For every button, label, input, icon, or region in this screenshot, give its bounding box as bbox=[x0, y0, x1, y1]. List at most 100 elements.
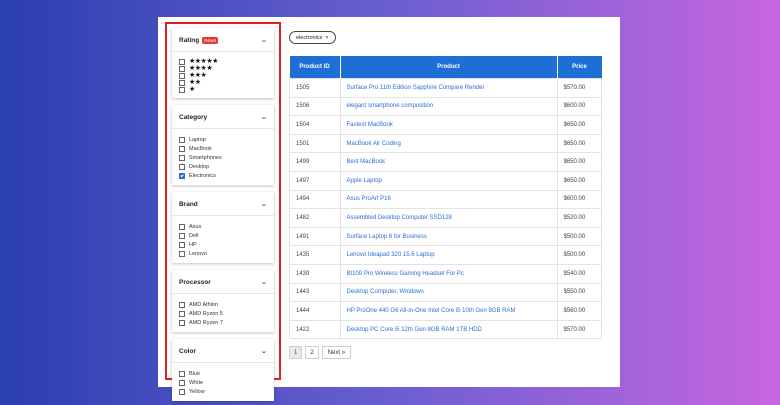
rating-stars: ★★ bbox=[189, 79, 201, 86]
checkbox[interactable] bbox=[179, 232, 185, 239]
rating-stars: ★★★ bbox=[189, 72, 207, 79]
checkbox[interactable] bbox=[179, 172, 185, 179]
filter-option[interactable]: Electronics bbox=[179, 171, 267, 180]
cell-product-link[interactable]: MacBook Air Coding bbox=[339, 133, 558, 154]
checkbox[interactable] bbox=[179, 250, 185, 257]
checkbox[interactable] bbox=[179, 301, 185, 308]
checkbox[interactable] bbox=[179, 145, 185, 152]
cell-product-id: 1505 bbox=[289, 78, 341, 98]
filter-header[interactable]: Processor ⌄ bbox=[179, 274, 268, 290]
column-header-product-id[interactable]: Product ID bbox=[289, 56, 341, 79]
filter-option[interactable]: ★ bbox=[179, 86, 267, 93]
cell-product-id: 1494 bbox=[289, 189, 341, 210]
filter-title: Color bbox=[179, 348, 196, 355]
chip-label: electronics bbox=[296, 34, 323, 41]
checkbox[interactable] bbox=[179, 319, 185, 326]
filter-option[interactable]: AMD Ryzen 5 bbox=[179, 309, 267, 318]
cell-price: $650.00 bbox=[556, 115, 602, 135]
filter-option[interactable]: Desktop bbox=[179, 162, 267, 171]
filter-option[interactable]: Asus bbox=[179, 222, 267, 231]
close-icon[interactable]: × bbox=[325, 35, 328, 41]
filter-option[interactable]: HP bbox=[179, 240, 267, 249]
cell-product-id: 1491 bbox=[289, 226, 341, 247]
table-row: 1439 Bt100 Pro Wireless Gaming Headset Fo… bbox=[289, 263, 602, 284]
cell-product-link[interactable]: Surface Laptop 6 for Business bbox=[339, 226, 558, 247]
cell-product-link[interactable]: Asus ProArt P16 bbox=[339, 189, 558, 210]
cell-product-id: 1501 bbox=[289, 133, 341, 154]
checkbox[interactable] bbox=[179, 310, 185, 317]
cell-product-link[interactable]: Assembled Desktop Computer SSD128 bbox=[339, 208, 558, 228]
chevron-down-icon[interactable]: ⌄ bbox=[260, 113, 268, 121]
option-label: Desktop bbox=[189, 163, 210, 170]
cell-price: $650.00 bbox=[556, 170, 602, 191]
filter-option[interactable]: Yellow bbox=[179, 387, 267, 396]
filter-card-rating: Rating Reset ⌄ ★★★★★ ★★★★ ★★★ ★★ ★ bbox=[172, 28, 274, 98]
cell-product-link[interactable]: Desktop PC Core i5 12th Gen 8GB RAM 1TB … bbox=[339, 319, 558, 340]
table-row: 1491 Surface Laptop 6 for Business $500.00 bbox=[289, 226, 602, 247]
filter-option[interactable]: Blue bbox=[179, 369, 267, 378]
content-panel: Rating Reset ⌄ ★★★★★ ★★★★ ★★★ ★★ ★ Category ⌄ Lapt… bbox=[158, 17, 620, 401]
chevron-down-icon[interactable]: ⌄ bbox=[260, 36, 268, 44]
checkbox[interactable] bbox=[179, 379, 185, 386]
checkbox[interactable] bbox=[179, 65, 185, 72]
page-2-button[interactable]: 2 bbox=[305, 346, 319, 359]
chevron-down-icon[interactable]: ⌄ bbox=[260, 200, 268, 208]
cell-product-link[interactable]: Lenovo Ideapad 320 15.6 Laptop bbox=[339, 245, 558, 265]
checkbox[interactable] bbox=[179, 72, 185, 79]
filter-option[interactable]: White bbox=[179, 378, 267, 387]
cell-product-link[interactable]: Fastest MacBook bbox=[339, 115, 558, 135]
table-row: 1506 elegant smartphone composition $600.0… bbox=[289, 96, 602, 117]
cell-product-id: 1504 bbox=[289, 115, 341, 135]
table-row: 1497 Apple Laptop $650.00 bbox=[289, 170, 602, 191]
column-header-product[interactable]: Product bbox=[340, 56, 558, 79]
cell-product-link[interactable]: Best MacBook bbox=[339, 152, 558, 172]
filter-header[interactable]: Brand ⌄ bbox=[179, 196, 268, 212]
table-header-row: Product ID Product Price bbox=[289, 56, 602, 79]
cell-product-link[interactable]: Bt100 Pro Wireless Gaming Headset For Pc bbox=[339, 263, 558, 284]
option-label: Dell bbox=[189, 232, 199, 239]
column-header-price[interactable]: Price bbox=[557, 56, 602, 79]
reset-badge[interactable]: Reset bbox=[202, 36, 218, 44]
checkbox[interactable] bbox=[179, 223, 185, 230]
cell-product-link[interactable]: Apple Laptop bbox=[339, 170, 558, 191]
filter-option[interactable]: ★★★★★ bbox=[179, 58, 267, 65]
filter-option[interactable]: ★★★★ bbox=[179, 65, 267, 72]
filter-option[interactable]: Laptop bbox=[179, 135, 267, 144]
option-label: Blue bbox=[189, 370, 201, 377]
checkbox[interactable] bbox=[179, 58, 185, 65]
filter-header[interactable]: Category ⌄ bbox=[179, 109, 268, 125]
cell-price: $560.00 bbox=[556, 301, 602, 321]
checkbox[interactable] bbox=[179, 136, 185, 143]
filter-option[interactable]: ★★★ bbox=[179, 72, 267, 79]
checkbox[interactable] bbox=[179, 86, 185, 93]
filter-option[interactable]: AMD Ryzen 7 bbox=[179, 318, 267, 327]
checkbox[interactable] bbox=[179, 154, 185, 161]
filter-option[interactable]: MacBook bbox=[179, 144, 267, 153]
active-filter-chip[interactable]: electronics × bbox=[289, 31, 336, 44]
next-page-button[interactable]: Next » bbox=[321, 346, 352, 359]
checkbox[interactable] bbox=[179, 241, 185, 248]
table-row: 1482 Assembled Desktop Computer SSD128 $52… bbox=[289, 208, 602, 228]
chevron-down-icon[interactable]: ⌄ bbox=[260, 347, 268, 355]
filter-option[interactable]: Lenovo bbox=[179, 249, 267, 258]
cell-price: $600.00 bbox=[556, 189, 602, 210]
checkbox[interactable] bbox=[179, 370, 185, 377]
checkbox[interactable] bbox=[179, 163, 185, 170]
page-1-button[interactable]: 1 bbox=[289, 346, 303, 359]
option-label: Laptop bbox=[189, 136, 206, 143]
filter-option[interactable]: AMD Athlon bbox=[179, 300, 267, 309]
filter-header[interactable]: Color ⌄ bbox=[179, 343, 268, 359]
filter-header[interactable]: Rating Reset ⌄ bbox=[179, 32, 268, 48]
checkbox[interactable] bbox=[179, 388, 185, 395]
chevron-down-icon[interactable]: ⌄ bbox=[260, 278, 268, 286]
checkbox[interactable] bbox=[179, 79, 185, 86]
filter-option[interactable]: Smartphones bbox=[179, 153, 267, 162]
filter-option[interactable]: ★★ bbox=[179, 79, 267, 86]
table-row: 1443 Desktop Computer, Windows $550.00 bbox=[289, 282, 602, 303]
cell-product-link[interactable]: Surface Pro 11th Edition Sapphire Compar… bbox=[339, 78, 558, 98]
cell-product-link[interactable]: Desktop Computer, Windows bbox=[339, 282, 558, 303]
filter-option[interactable]: Dell bbox=[179, 231, 267, 240]
table-row: 1435 Lenovo Ideapad 320 15.6 Laptop $500.0… bbox=[289, 245, 602, 265]
cell-product-link[interactable]: HP ProOne 440 G6 All-in-One Intel Core i… bbox=[339, 301, 558, 321]
cell-product-link[interactable]: elegant smartphone composition bbox=[339, 96, 558, 117]
